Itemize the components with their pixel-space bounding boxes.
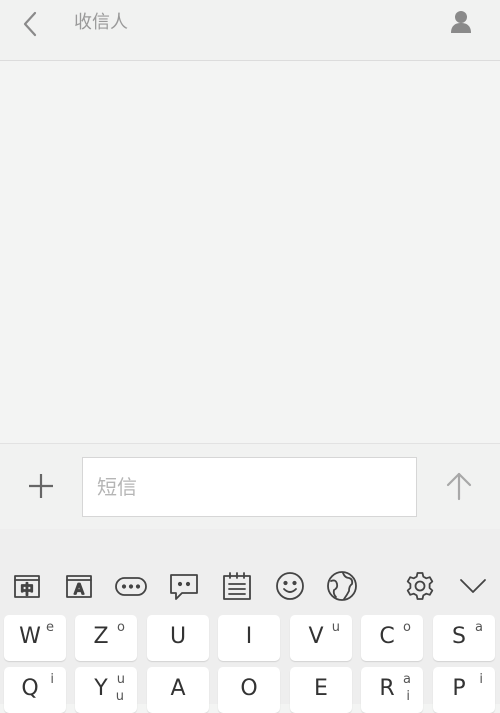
key-i[interactable]: I [218, 615, 280, 661]
top-bar: 收信人 [0, 0, 500, 61]
key-z[interactable]: Z o [75, 615, 137, 661]
svg-text:A: A [74, 582, 84, 598]
key-e[interactable]: E [290, 667, 352, 713]
key-u[interactable]: U [147, 615, 209, 661]
clipboard-icon[interactable] [220, 569, 254, 603]
key-q[interactable]: Q i [4, 667, 66, 713]
more-icon[interactable] [114, 569, 148, 603]
plus-icon [22, 474, 60, 509]
compose-bar [0, 443, 500, 529]
keyboard-toolbar: 中 A [0, 565, 500, 605]
back-button[interactable] [14, 8, 46, 40]
key-r[interactable]: R a i [361, 667, 423, 713]
recipient-title[interactable]: 收信人 [74, 12, 128, 34]
english-mode-icon[interactable]: A [62, 569, 96, 603]
key-y[interactable]: Y u u [75, 667, 137, 713]
gear-icon[interactable] [403, 569, 437, 603]
chinese-mode-icon[interactable]: 中 [10, 569, 44, 603]
keyboard: 中 A W e Z o U I V u C o S a Q i Y u u A … [0, 529, 500, 713]
quick-reply-icon[interactable] [167, 569, 201, 603]
message-list [0, 61, 500, 443]
key-s[interactable]: S a [433, 615, 495, 661]
send-button[interactable] [440, 467, 478, 505]
chevron-left-icon [14, 11, 46, 44]
key-o[interactable]: O [218, 667, 280, 713]
key-w[interactable]: W e [4, 615, 66, 661]
person-icon [445, 11, 477, 42]
add-contact-button[interactable] [445, 6, 477, 38]
key-v[interactable]: V u [290, 615, 352, 661]
key-c[interactable]: C o [361, 615, 423, 661]
svg-text:中: 中 [20, 583, 33, 598]
sms-input[interactable] [82, 457, 417, 517]
emoji-icon[interactable] [273, 569, 307, 603]
add-attachment-button[interactable] [22, 467, 60, 505]
key-a[interactable]: A [147, 667, 209, 713]
globe-icon[interactable] [325, 569, 359, 603]
chevron-down-icon[interactable] [456, 569, 490, 603]
key-p[interactable]: P i [433, 667, 495, 713]
arrow-up-icon [440, 472, 478, 509]
